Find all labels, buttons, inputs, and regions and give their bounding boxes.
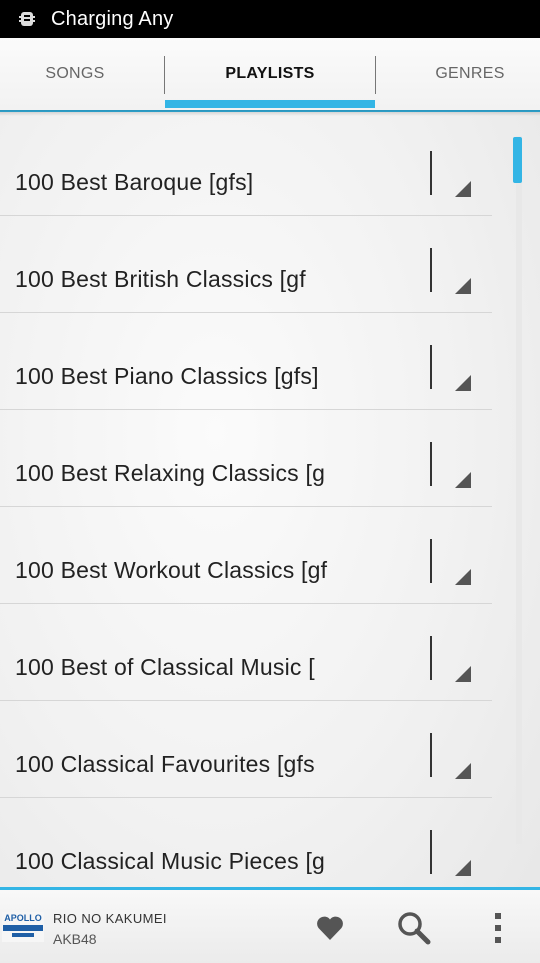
item-menu-icon[interactable] [455,375,471,391]
list-item[interactable]: 100 Best British Classics [gf [0,216,492,313]
scrollbar-thumb[interactable] [513,137,522,183]
item-divider [430,830,432,874]
item-menu-icon[interactable] [455,763,471,779]
playlist-title: 100 Best Workout Classics [gf [15,557,328,583]
now-playing-artist: AKB48 [53,931,97,947]
tab-divider [164,56,165,94]
item-divider [430,248,432,292]
list-item[interactable]: 100 Best of Classical Music [ [0,604,492,701]
item-divider [430,151,432,195]
list-item[interactable]: 100 Best Baroque [gfs] [0,119,492,216]
item-menu-icon[interactable] [455,860,471,876]
status-bar: Charging Any [0,0,540,38]
now-playing-bar[interactable]: APOLLO RIO NO KAKUMEI AKB48 [0,887,540,963]
item-menu-icon[interactable] [455,569,471,585]
svg-text:APOLLO: APOLLO [4,913,42,923]
tab-songs[interactable]: SONGS [0,38,150,110]
scrollbar-track[interactable] [516,136,522,844]
list-item[interactable]: 100 Best Piano Classics [gfs] [0,313,492,410]
tab-divider [375,56,376,94]
now-playing-title: RIO NO KAKUMEI [53,911,167,926]
list-item[interactable]: 100 Best Relaxing Classics [g [0,410,492,507]
playlist-title: 100 Best of Classical Music [ [15,654,315,680]
album-art[interactable]: APOLLO [2,912,44,942]
item-menu-icon[interactable] [455,666,471,682]
playlist-title: 100 Best Relaxing Classics [g [15,460,326,486]
playlist-title: 100 Classical Favourites [gfs [15,751,315,777]
overflow-menu-icon [495,913,501,943]
list-item[interactable]: 100 Classical Music Pieces [g [0,798,492,887]
tab-genres[interactable]: GENRES [400,38,540,110]
list-item[interactable]: 100 Best Workout Classics [gf [0,507,492,604]
playlist-list[interactable]: 100 Best Baroque [gfs] 100 Best British … [0,112,540,887]
item-divider [430,539,432,583]
heart-icon [317,916,343,940]
item-divider [430,442,432,486]
item-divider [430,733,432,777]
active-tab-indicator [165,100,375,108]
item-divider [430,345,432,389]
overflow-menu-button[interactable] [476,906,520,950]
item-divider [430,636,432,680]
playlist-title: 100 Best British Classics [gf [15,266,306,292]
item-menu-icon[interactable] [455,278,471,294]
search-button[interactable] [392,906,436,950]
favorite-button[interactable] [308,906,352,950]
playlist-title: 100 Best Baroque [gfs] [15,169,254,195]
usb-debug-icon [18,10,36,28]
search-icon [398,912,431,945]
playlist-title: 100 Classical Music Pieces [g [15,848,326,874]
item-menu-icon[interactable] [455,181,471,197]
status-text: Charging Any [51,7,174,30]
list-item[interactable]: 100 Classical Favourites [gfs [0,701,492,798]
playlist-title: 100 Best Piano Classics [gfs] [15,363,319,389]
item-menu-icon[interactable] [455,472,471,488]
